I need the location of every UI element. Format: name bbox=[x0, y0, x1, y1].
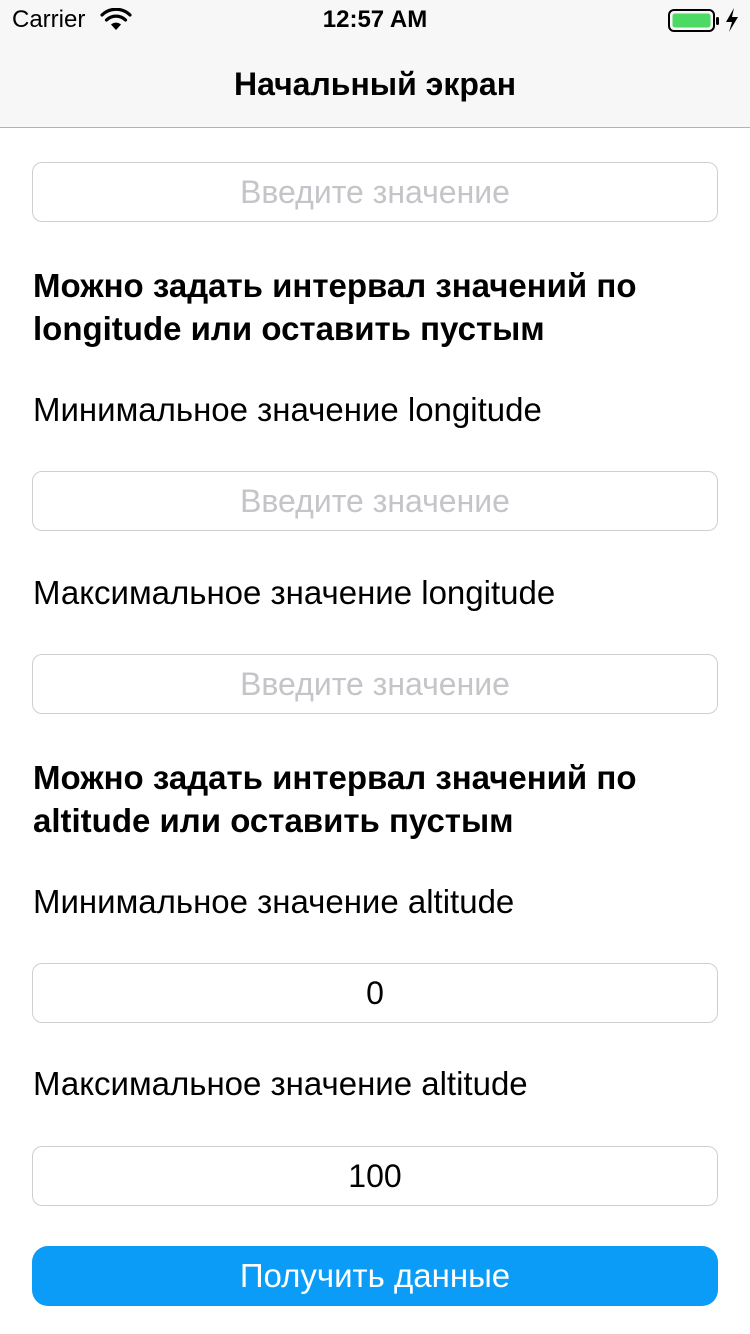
min-longitude-label: Минимальное значение longitude bbox=[33, 391, 542, 428]
status-bar: Carrier 12:57 AM bbox=[0, 0, 750, 40]
altitude-section-title: Можно задать интервал значений по altitu… bbox=[33, 759, 637, 839]
min-altitude-label: Минимальное значение altitude bbox=[33, 883, 515, 920]
max-altitude-input[interactable] bbox=[32, 1146, 718, 1206]
min-altitude-input[interactable] bbox=[32, 963, 718, 1023]
max-longitude-input[interactable] bbox=[32, 654, 718, 714]
max-altitude-label: Максимальное значение altitude bbox=[33, 1065, 528, 1102]
navigation-bar: Начальный экран bbox=[0, 40, 750, 128]
top-value-input[interactable] bbox=[32, 162, 718, 222]
max-longitude-label: Максимальное значение longitude bbox=[33, 574, 556, 611]
page-title: Начальный экран bbox=[233, 66, 517, 102]
battery-icon bbox=[668, 9, 720, 38]
clock: 12:57 AM bbox=[322, 6, 428, 33]
get-data-button[interactable]: Получить данные bbox=[32, 1246, 718, 1306]
screen: Carrier 12:57 AM Начальный экран Введите… bbox=[0, 0, 750, 1334]
longitude-section-title: Можно задать интервал значений по longit… bbox=[33, 267, 637, 347]
charging-bolt-icon bbox=[724, 7, 740, 38]
min-longitude-input[interactable] bbox=[32, 471, 718, 531]
